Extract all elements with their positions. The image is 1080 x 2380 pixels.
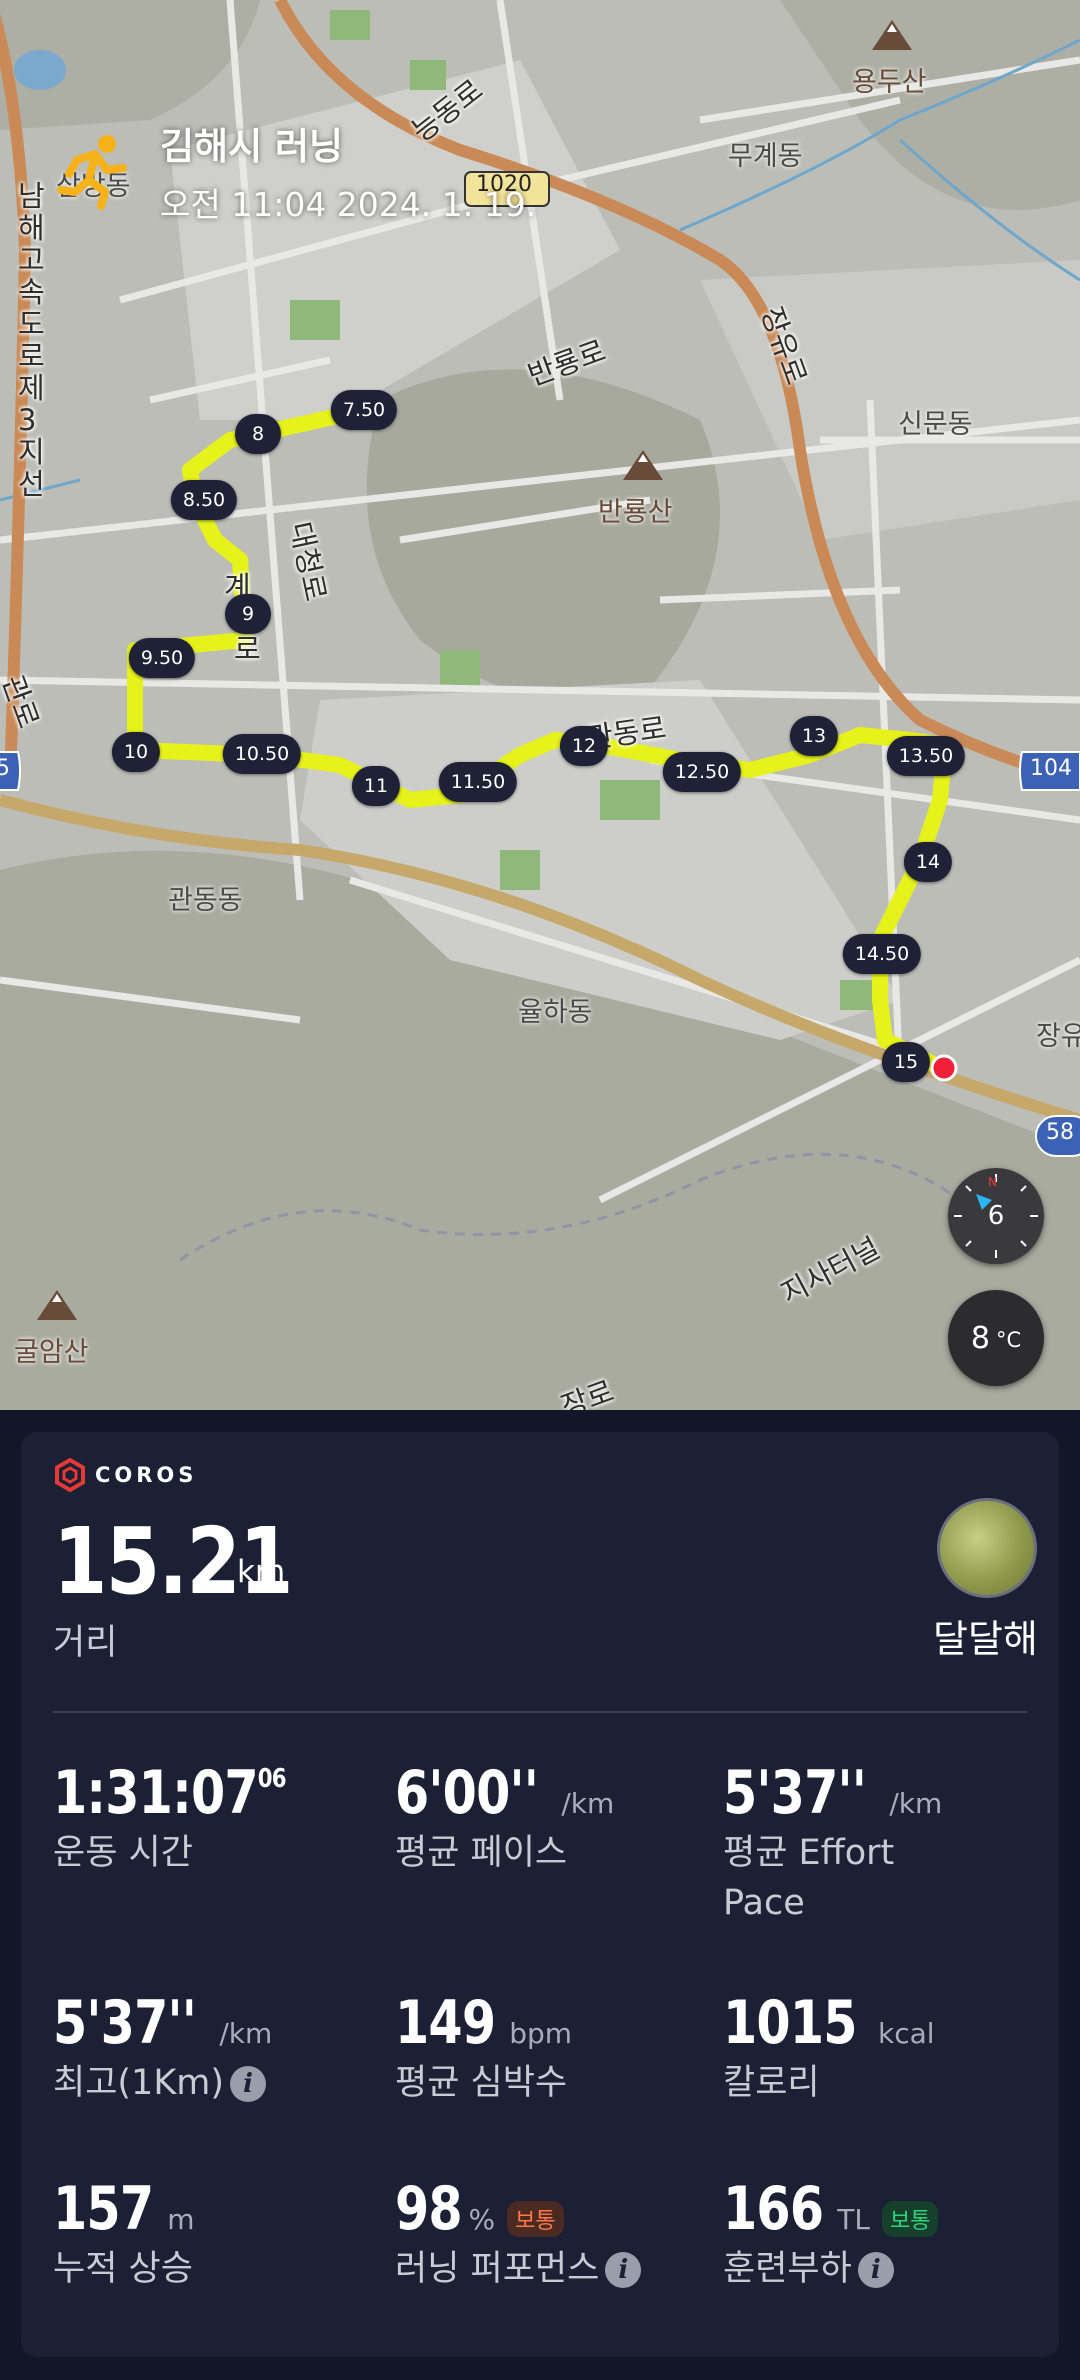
- km-marker[interactable]: 15: [881, 1042, 931, 1082]
- stat-unit: bpm: [509, 2017, 573, 2050]
- temperature-unit: °C: [995, 1328, 1022, 1352]
- status-badge: 보통: [507, 2200, 564, 2237]
- info-icon[interactable]: i: [230, 2066, 267, 2102]
- place-yulhadong: 율하동: [518, 997, 593, 1028]
- stat-effort-pace: 5'37'' /km 평균 Effort Pace: [723, 1758, 942, 1928]
- km-marker[interactable]: 8.50: [170, 480, 238, 520]
- stat-value: 6'00'': [395, 1758, 539, 1828]
- distance-label: 거리: [53, 1623, 118, 1663]
- stat-value: 1015: [723, 1988, 857, 2058]
- running-icon: [57, 135, 127, 210]
- place-gulamsan: 굴암산: [14, 1337, 89, 1368]
- stat-heart-rate: 149 bpm 평균 심박수: [395, 1988, 572, 2108]
- km-marker[interactable]: 9.50: [128, 638, 196, 678]
- place-gwandongdong: 관동동: [168, 885, 243, 916]
- stat-training-load: 166 TL 보통 훈련부하 i: [723, 2174, 939, 2294]
- stat-unit: m: [167, 2203, 195, 2236]
- stat-label: 러닝 퍼포먼스: [395, 2249, 600, 2289]
- info-icon[interactable]: i: [605, 2252, 642, 2288]
- stat-value-sub: 06: [257, 1764, 287, 1794]
- status-badge: 보통: [881, 2200, 939, 2237]
- stat-unit: /km: [561, 1787, 615, 1820]
- compass-button[interactable]: N 6: [948, 1168, 1044, 1264]
- stat-unit: /km: [889, 1787, 943, 1820]
- activity-datetime: 오전 11:04 2024. 1. 19.: [160, 185, 537, 224]
- km-marker[interactable]: 11.50: [438, 762, 518, 802]
- temperature-badge: 8 °C: [948, 1290, 1044, 1386]
- stat-value: 149: [395, 1988, 496, 2058]
- divider: [53, 1711, 1027, 1713]
- summary-card: COROS 15.21 km 거리 달달해 1:31:0706 운동 시간 6'…: [21, 1432, 1059, 2357]
- stat-value: 5'37'': [53, 1988, 197, 2058]
- brand-name: COROS: [95, 1463, 198, 1487]
- stat-label: 칼로리: [723, 2063, 820, 2103]
- stat-label: 최고(1Km): [53, 2063, 225, 2103]
- km-marker[interactable]: 12: [559, 726, 609, 766]
- temperature-value: 8: [970, 1320, 990, 1356]
- stat-label: 운동 시간: [53, 1833, 193, 1873]
- stat-best-km: 5'37'' /km 최고(1Km) i: [53, 1988, 272, 2108]
- km-marker[interactable]: 14.50: [842, 934, 922, 974]
- stat-unit: TL: [837, 2203, 870, 2236]
- activity-title: 김해시 러닝: [160, 125, 344, 168]
- km-marker[interactable]: 10: [111, 732, 161, 772]
- km-marker[interactable]: 13.50: [886, 736, 966, 776]
- km-marker[interactable]: 14: [903, 842, 953, 882]
- stat-unit: /km: [219, 2017, 273, 2050]
- stat-label: 평균 심박수: [395, 2063, 568, 2103]
- stat-value: 98: [395, 2174, 463, 2244]
- shield-58: 58: [1046, 1120, 1074, 1145]
- stat-label: 평균 Effort Pace: [723, 1833, 895, 1923]
- stat-value: 5'37'': [723, 1758, 867, 1828]
- place-mugyedong: 무계동: [728, 141, 803, 172]
- stat-time: 1:31:0706 운동 시간: [53, 1758, 337, 1878]
- stat-performance: 98% 보통 러닝 퍼포먼스 i: [395, 2174, 642, 2294]
- stat-value: 157: [53, 2174, 154, 2244]
- km-marker[interactable]: 7.50: [330, 390, 398, 430]
- compass-value: 6: [987, 1201, 1005, 1231]
- place-yongdusan: 용두산: [852, 67, 927, 98]
- stat-value: 166: [723, 2174, 824, 2244]
- stat-calories: 1015 kcal 칼로리: [723, 1988, 935, 2108]
- place-banryongsan: 반룡산: [598, 497, 673, 528]
- stat-label: 평균 페이스: [395, 1833, 568, 1873]
- km-marker[interactable]: 10.50: [222, 734, 302, 774]
- km-marker[interactable]: 8: [235, 414, 281, 454]
- km-marker[interactable]: 9: [225, 594, 271, 634]
- shield-104: 104: [1030, 756, 1072, 781]
- stat-unit: %: [468, 2203, 496, 2236]
- shield-5: 5: [0, 756, 10, 781]
- coros-logo-icon: [55, 1458, 85, 1492]
- stat-avg-pace: 6'00'' /km 평균 페이스: [395, 1758, 614, 1878]
- stat-elevation: 157 m 누적 상승: [53, 2174, 195, 2294]
- stat-label: 누적 상승: [53, 2249, 193, 2289]
- avatar[interactable]: [937, 1498, 1037, 1598]
- km-marker[interactable]: 13: [789, 716, 839, 756]
- route-map[interactable]: 1020 104 58 5 용두산 무계동 신문동 반룡산 관동동 율하동 굴암…: [0, 0, 1080, 1410]
- km-marker[interactable]: 11: [351, 766, 401, 806]
- place-jangyu: 장유: [1036, 1021, 1080, 1052]
- brand: COROS: [53, 1458, 197, 1492]
- km-marker[interactable]: 12.50: [662, 752, 742, 792]
- road-expressway: 남해고속도로제3지선: [18, 179, 45, 501]
- place-sinmundong: 신문동: [898, 409, 973, 440]
- distance-unit: km: [237, 1554, 286, 1590]
- info-icon[interactable]: i: [857, 2252, 894, 2288]
- stat-label: 훈련부하: [723, 2249, 852, 2289]
- stat-unit: kcal: [878, 2017, 935, 2050]
- user-name[interactable]: 달달해: [933, 1608, 1038, 1663]
- stat-value: 1:31:0706: [53, 1758, 287, 1828]
